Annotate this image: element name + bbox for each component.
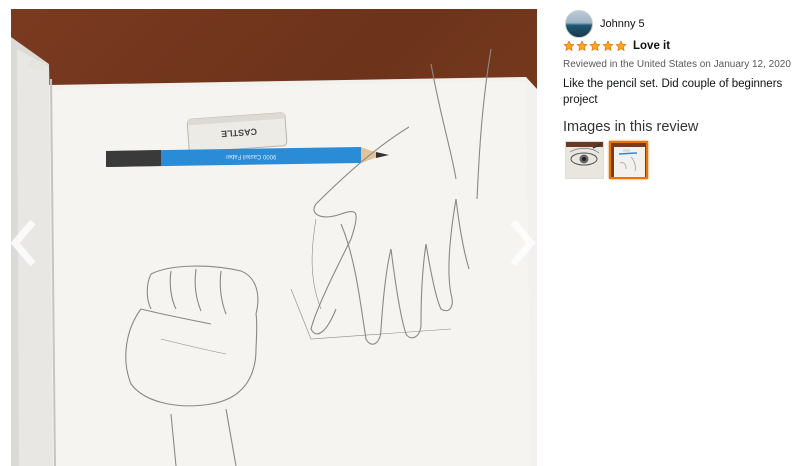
images-heading: Images in this review — [563, 119, 699, 135]
thumbnail-hand-sketch[interactable] — [609, 141, 648, 179]
eraser: CASTLE — [186, 112, 288, 153]
reviewer-name[interactable]: Johnny 5 — [600, 18, 645, 30]
svg-text:9000 Castell Faber: 9000 Castell Faber — [226, 153, 277, 159]
review-photo: CASTLE 9000 Castell Faber — [11, 9, 537, 466]
star-icon — [563, 40, 575, 52]
star-rating — [563, 40, 627, 52]
next-image-button[interactable] — [504, 215, 540, 271]
rating-row: Love it — [563, 40, 670, 52]
avatar[interactable] — [565, 10, 593, 38]
review-title[interactable]: Love it — [633, 40, 670, 52]
thumbnail-strip — [565, 141, 648, 179]
review-panel: Johnny 5 Love it Reviewed in the United … — [560, 0, 792, 466]
review-date: Reviewed in the United States on January… — [563, 59, 791, 70]
star-icon — [576, 40, 588, 52]
star-icon — [589, 40, 601, 52]
star-icon — [602, 40, 614, 52]
image-viewer: CASTLE 9000 Castell Faber — [0, 0, 548, 466]
reviewer-profile[interactable]: Johnny 5 — [565, 10, 645, 38]
chevron-right-icon — [510, 219, 536, 267]
review-body: Like the pencil set. Did couple of begin… — [563, 78, 783, 106]
star-icon — [615, 40, 627, 52]
chevron-left-icon — [10, 219, 36, 267]
thumbnail-eye-sketch[interactable] — [565, 141, 604, 179]
sketchbook-photo: CASTLE 9000 Castell Faber — [11, 37, 537, 466]
previous-image-button[interactable] — [6, 215, 42, 271]
